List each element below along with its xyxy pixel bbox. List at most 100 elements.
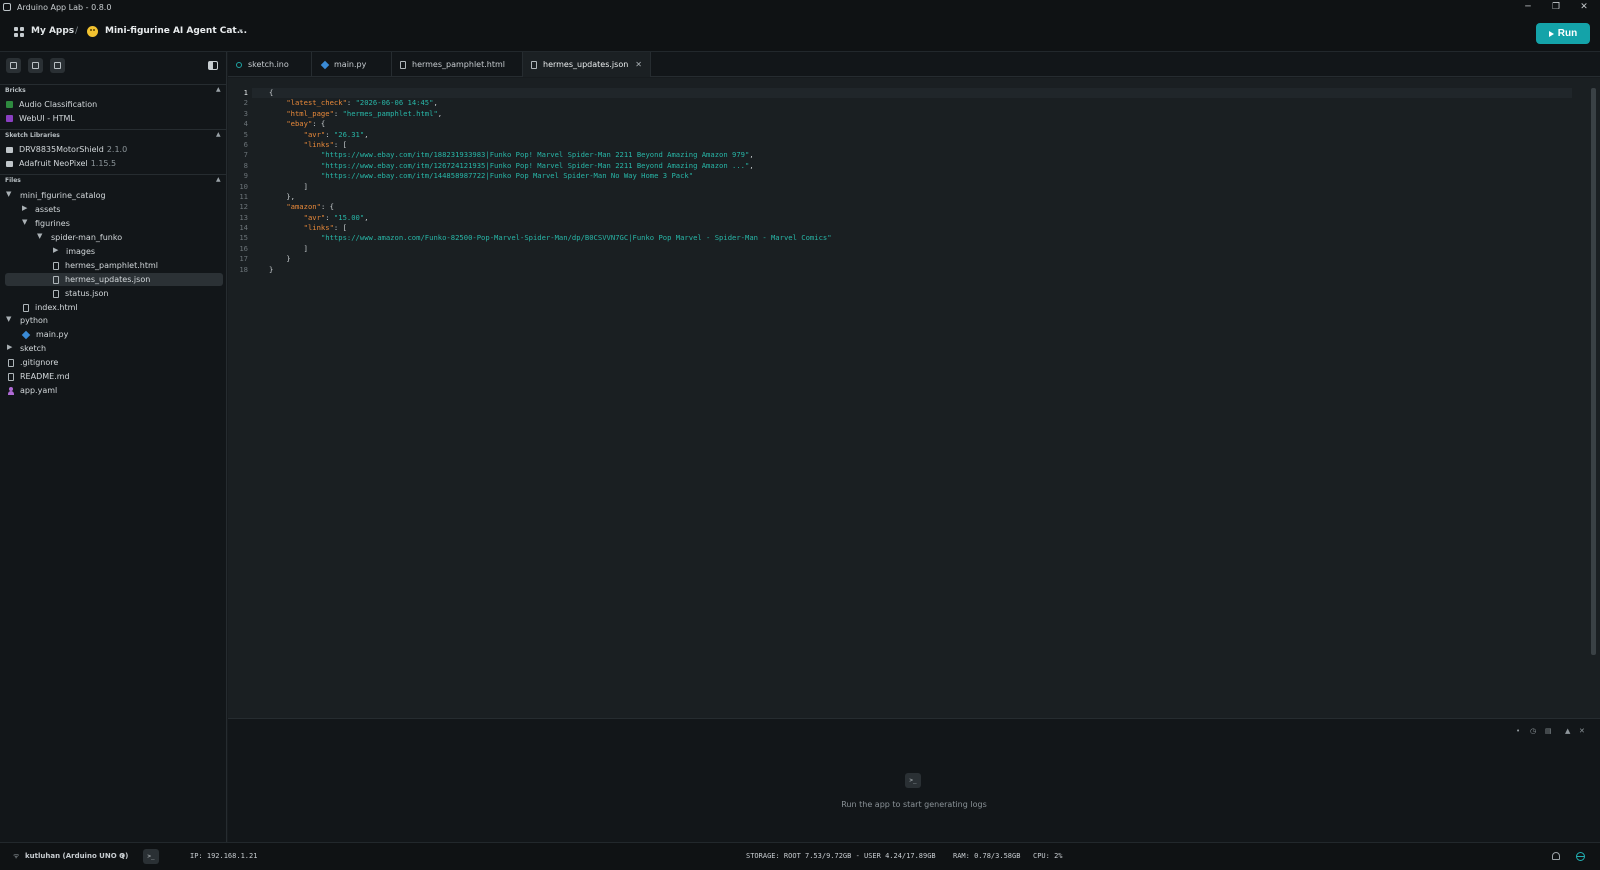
tab-main-py[interactable]: main.py [312,52,392,77]
json-punctuation [269,202,286,211]
library-book-icon [6,146,13,153]
json-key: "amazon" [286,202,321,212]
folder-sketch[interactable]: sketch [20,342,46,355]
json-punctuation: , [437,108,443,118]
folder-mini-figurine-catalog[interactable]: mini_figurine_catalog [20,189,106,202]
file-status-json[interactable]: status.json [53,287,108,300]
brick-audio-classification[interactable]: Audio Classification [6,98,97,111]
new-brick-button[interactable] [6,58,21,73]
code-line: "latest_check": "2026-06-06 14:45", [269,98,832,108]
folder-figurines[interactable]: figurines [35,217,70,230]
expanded-caret-icon[interactable]: ▼ [6,190,11,198]
board-selector[interactable]: kutluhan (Arduino UNO Q) [25,852,128,860]
collapsed-caret-icon[interactable]: ▶ [7,343,12,351]
folder-python[interactable]: python [20,314,48,327]
app-switcher-chevron-icon[interactable]: ▾ [239,27,243,35]
json-string: "15.00" [333,212,365,222]
expanded-caret-icon[interactable]: ▼ [22,218,27,226]
save-log-icon[interactable]: ▤ [1545,727,1552,735]
close-tab-icon[interactable]: ✕ [635,60,642,69]
file-hermes-updates-json[interactable]: hermes_updates.json [5,273,223,286]
code-line: "avr": "15.00", [269,213,832,223]
library-neopixel[interactable]: Adafruit NeoPixel 1.15.5 [6,157,116,170]
line-number: 1 [243,88,248,97]
json-key: "links" [303,223,334,233]
file-label: status.json [65,289,109,298]
tab-hermes-pamphlet-html[interactable]: hermes_pamphlet.html [392,52,523,77]
file-gitignore[interactable]: .gitignore [8,356,58,369]
code-content[interactable]: { "latest_check": "2026-06-06 14:45", "h… [269,88,832,275]
collapse-chevron-icon[interactable]: ▲ [216,176,221,183]
file-main-py[interactable]: main.py [21,328,69,341]
line-number: 16 [239,243,248,253]
apps-grid-icon[interactable] [14,27,24,37]
file-label: main.py [36,330,69,339]
tab-hermes-updates-json[interactable]: hermes_updates.json ✕ [523,52,651,77]
run-button[interactable]: Run [1536,23,1590,44]
library-drv8835[interactable]: DRV8835MotorShield 2.1.0 [6,143,127,156]
section-bricks[interactable]: Bricks ▲ [0,84,226,96]
editor-scrollbar[interactable] [1591,88,1596,655]
status-bar: ᯤ kutluhan (Arduino UNO Q) ▾ >_ IP: 192.… [0,842,1600,870]
sidebar-toggle-icon[interactable] [208,61,218,70]
line-number-gutter: 1 2 3 4 5 6 7 8 9 10 11 12 13 14 15 16 17 18 [228,88,248,275]
app-config-icon [8,386,14,395]
tab-sketch-ino[interactable]: sketch.ino [228,52,312,77]
expanded-caret-icon[interactable]: ▼ [6,315,11,323]
new-library-button[interactable] [28,58,43,73]
breadcrumb-app-name[interactable]: Mini-figurine AI Agent Cat... [105,26,247,36]
globe-icon[interactable] [1576,852,1585,861]
app-logo-icon [3,3,11,11]
json-string: "https://www.ebay.com/itm/188231933983|F… [320,150,750,160]
minimize-button[interactable]: ─ [1514,0,1542,14]
collapse-chevron-icon[interactable]: ▲ [216,131,221,138]
json-punctuation: : [333,108,343,118]
code-line: "links": [ [269,223,832,233]
notification-bell-icon[interactable] [1552,852,1560,860]
file-app-yaml[interactable]: app.yaml [8,384,57,397]
terminal-icon: >_ [905,773,921,788]
json-punctuation [269,119,286,128]
json-punctuation: ] [269,181,308,191]
folder-spider-man-funko[interactable]: spider-man_funko [51,231,122,244]
code-editor[interactable]: 1 2 3 4 5 6 7 8 9 10 11 12 13 14 15 16 17 18 { "latest_ch… [228,78,1600,718]
collapsed-caret-icon[interactable]: ▶ [22,204,27,212]
section-sketch-libraries[interactable]: Sketch Libraries ▲ [0,129,226,141]
code-line: "https://www.ebay.com/itm/126724121935|F… [269,161,832,171]
folder-label: assets [35,205,61,214]
breadcrumb-my-apps[interactable]: My Apps [31,26,74,36]
folder-images[interactable]: images [66,245,95,258]
restore-button[interactable]: ❐ [1542,0,1570,14]
close-panel-icon[interactable]: ✕ [1579,727,1585,735]
collapsed-caret-icon[interactable]: ▶ [53,246,58,254]
folder-assets[interactable]: assets [35,203,60,216]
run-button-label: Run [1557,28,1578,39]
library-icon [32,62,39,69]
tab-label: hermes_updates.json [543,60,629,69]
new-file-button[interactable] [50,58,65,73]
wifi-icon: ᯤ [13,852,20,860]
terminal-button[interactable]: >_ [143,849,159,864]
collapse-chevron-icon[interactable]: ▲ [216,86,221,93]
file-readme-md[interactable]: README.md [8,370,70,383]
json-punctuation [269,233,321,242]
json-punctuation [269,109,286,118]
line-number: 15 [239,233,248,243]
expand-panel-icon[interactable]: ▲ [1565,727,1570,735]
code-line: "html_page": "hermes_pamphlet.html", [269,109,832,119]
close-window-button[interactable]: ✕ [1570,0,1598,14]
brick-label: Audio Classification [19,100,98,109]
folder-label: figurines [35,219,70,228]
json-key: "links" [303,139,334,149]
log-dot-icon[interactable]: • [1516,727,1520,735]
file-icon [8,358,14,367]
logs-empty-message: Run the app to start generating logs [841,800,987,809]
section-files[interactable]: Files ▲ [0,174,226,186]
brick-webui-html[interactable]: WebUI - HTML [6,112,75,125]
file-hermes-pamphlet-html[interactable]: hermes_pamphlet.html [53,259,158,272]
clock-icon[interactable]: ◷ [1530,727,1536,735]
json-punctuation: { [269,88,274,97]
file-index-html[interactable]: index.html [23,301,78,314]
expanded-caret-icon[interactable]: ▼ [37,232,42,240]
board-chevron-down-icon[interactable]: ▾ [121,852,125,860]
